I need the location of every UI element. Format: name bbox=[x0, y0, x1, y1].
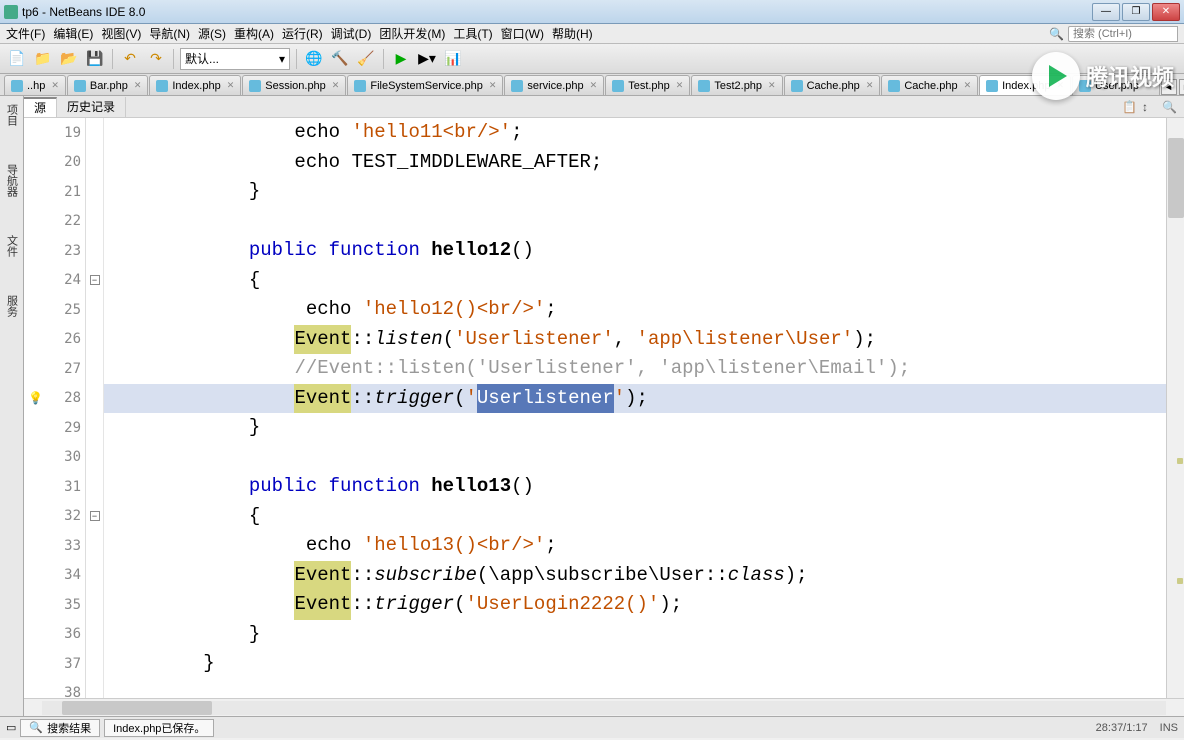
browser-button[interactable]: 🌐 bbox=[303, 48, 325, 70]
clean-button[interactable]: 🧹 bbox=[355, 48, 377, 70]
sidebar-projects[interactable]: 项目 bbox=[2, 100, 22, 130]
app-icon bbox=[4, 5, 18, 19]
file-tabs: ..hp✕Bar.php✕Index.php✕Session.php✕FileS… bbox=[0, 74, 1184, 96]
left-sidebar: 项目 导航器 文件 服务 bbox=[0, 96, 24, 716]
code-line[interactable]: echo 'hello13()<br/>'; bbox=[104, 531, 1166, 561]
editor-subtabs: 源 历史记录 📋 ↕ 🔍 bbox=[24, 96, 1184, 118]
menu-file[interactable]: 文件(F) bbox=[6, 25, 45, 42]
code-line[interactable]: Event::trigger('Userlistener'); bbox=[104, 384, 1166, 414]
file-tab[interactable]: Cache.php✕ bbox=[784, 75, 881, 95]
code-line[interactable]: Event::subscribe(\app\subscribe\User::cl… bbox=[104, 561, 1166, 591]
menu-navigate[interactable]: 导航(N) bbox=[149, 25, 190, 42]
menu-view[interactable]: 视图(V) bbox=[101, 25, 141, 42]
file-tab[interactable]: Test.php✕ bbox=[605, 75, 690, 95]
menu-window[interactable]: 窗口(W) bbox=[501, 25, 544, 42]
code-line[interactable] bbox=[104, 679, 1166, 699]
code-line[interactable]: echo 'hello11<br/>'; bbox=[104, 118, 1166, 148]
code-line[interactable]: } bbox=[104, 413, 1166, 443]
config-combo[interactable]: 默认...▾ bbox=[180, 48, 290, 70]
undo-button[interactable]: ↶ bbox=[119, 48, 141, 70]
window-controls: — ❐ ✕ bbox=[1092, 3, 1180, 21]
code-line[interactable]: { bbox=[104, 266, 1166, 296]
code-line[interactable] bbox=[104, 443, 1166, 473]
redo-button[interactable]: ↷ bbox=[145, 48, 167, 70]
new-project-button[interactable]: 📁 bbox=[32, 48, 54, 70]
file-tab[interactable]: Session.php✕ bbox=[242, 75, 346, 95]
search-icon: 🔍 bbox=[1049, 27, 1064, 41]
workspace: 项目 导航器 文件 服务 源 历史记录 📋 ↕ 🔍 19202122232425… bbox=[0, 96, 1184, 716]
new-file-button[interactable]: 📄 bbox=[6, 48, 28, 70]
file-tab[interactable]: Bar.php✕ bbox=[67, 75, 148, 95]
file-tab[interactable]: Cache.php✕ bbox=[881, 75, 978, 95]
menu-refactor[interactable]: 重构(A) bbox=[234, 25, 274, 42]
sidebar-services[interactable]: 服务 bbox=[2, 291, 22, 321]
debug-button[interactable]: ▶▾ bbox=[416, 48, 438, 70]
save-all-button[interactable]: 💾 bbox=[84, 48, 106, 70]
code-editor[interactable]: 192021222324252627💡282930313233343536373… bbox=[24, 118, 1184, 698]
code-line[interactable]: echo TEST_IMDDLEWARE_AFTER; bbox=[104, 148, 1166, 178]
status-saved[interactable]: Index.php已保存。 bbox=[104, 719, 214, 737]
profile-button[interactable]: 📊 bbox=[442, 48, 464, 70]
status-search-results[interactable]: 🔍搜索结果 bbox=[20, 719, 100, 737]
code-line[interactable]: Event::listen('Userlistener', 'app\liste… bbox=[104, 325, 1166, 355]
build-button[interactable]: 🔨 bbox=[329, 48, 351, 70]
code-line[interactable]: echo 'hello12()<br/>'; bbox=[104, 295, 1166, 325]
code-line[interactable]: } bbox=[104, 177, 1166, 207]
search-input[interactable] bbox=[1068, 26, 1178, 42]
sidebar-files[interactable]: 文件 bbox=[2, 231, 22, 261]
code-line[interactable]: public function hello12() bbox=[104, 236, 1166, 266]
code-line[interactable]: } bbox=[104, 649, 1166, 679]
window-title: tp6 - NetBeans IDE 8.0 bbox=[22, 5, 1092, 19]
statusbar: ▭ 🔍搜索结果 Index.php已保存。 28:37/1:17 INS bbox=[0, 716, 1184, 738]
insert-mode: INS bbox=[1160, 722, 1178, 734]
file-tab[interactable]: ..hp✕ bbox=[4, 75, 66, 95]
menu-team[interactable]: 团队开发(M) bbox=[379, 25, 445, 42]
menu-tools[interactable]: 工具(T) bbox=[453, 25, 492, 42]
code-line[interactable]: Event::trigger('UserLogin2222()'); bbox=[104, 590, 1166, 620]
tab-scroll-right[interactable]: ► bbox=[1179, 79, 1184, 95]
video-watermark: 腾讯视频 bbox=[1032, 52, 1174, 100]
code-line[interactable] bbox=[104, 207, 1166, 237]
run-button[interactable]: ▶ bbox=[390, 48, 412, 70]
cursor-position: 28:37/1:17 bbox=[1096, 722, 1148, 734]
subtab-source[interactable]: 源 bbox=[24, 97, 57, 117]
menu-debug[interactable]: 调试(D) bbox=[331, 25, 372, 42]
subtab-history[interactable]: 历史记录 bbox=[57, 97, 126, 117]
titlebar: tp6 - NetBeans IDE 8.0 — ❐ ✕ bbox=[0, 0, 1184, 24]
horizontal-scrollbar[interactable] bbox=[24, 698, 1184, 716]
editor-tb-2[interactable]: ↕ bbox=[1142, 100, 1156, 114]
menu-edit[interactable]: 编辑(E) bbox=[53, 25, 93, 42]
menu-help[interactable]: 帮助(H) bbox=[552, 25, 593, 42]
global-search: 🔍 bbox=[1049, 26, 1178, 42]
code-line[interactable]: } bbox=[104, 620, 1166, 650]
file-tab[interactable]: Index.php✕ bbox=[149, 75, 241, 95]
editor-tb-1[interactable]: 📋 bbox=[1122, 100, 1136, 114]
minimize-button[interactable]: — bbox=[1092, 3, 1120, 21]
menu-source[interactable]: 源(S) bbox=[198, 25, 226, 42]
open-button[interactable]: 📂 bbox=[58, 48, 80, 70]
file-tab[interactable]: service.php✕ bbox=[504, 75, 604, 95]
sidebar-navigator[interactable]: 导航器 bbox=[2, 160, 22, 201]
editor-tb-3[interactable]: 🔍 bbox=[1162, 100, 1176, 114]
file-tab[interactable]: Test2.php✕ bbox=[691, 75, 782, 95]
output-icon[interactable]: ▭ bbox=[6, 721, 16, 734]
main-toolbar: 📄 📁 📂 💾 ↶ ↷ 默认...▾ 🌐 🔨 🧹 ▶ ▶▾ 📊 bbox=[0, 44, 1184, 74]
code-line[interactable]: //Event::listen('Userlistener', 'app\lis… bbox=[104, 354, 1166, 384]
menu-run[interactable]: 运行(R) bbox=[282, 25, 323, 42]
code-line[interactable]: { bbox=[104, 502, 1166, 532]
close-button[interactable]: ✕ bbox=[1152, 3, 1180, 21]
editor-area: 源 历史记录 📋 ↕ 🔍 192021222324252627💡28293031… bbox=[24, 96, 1184, 716]
vertical-scrollbar[interactable] bbox=[1166, 118, 1184, 698]
menubar: 文件(F) 编辑(E) 视图(V) 导航(N) 源(S) 重构(A) 运行(R)… bbox=[0, 24, 1184, 44]
restore-button[interactable]: ❐ bbox=[1122, 3, 1150, 21]
file-tab[interactable]: FileSystemService.php✕ bbox=[347, 75, 503, 95]
code-line[interactable]: public function hello13() bbox=[104, 472, 1166, 502]
